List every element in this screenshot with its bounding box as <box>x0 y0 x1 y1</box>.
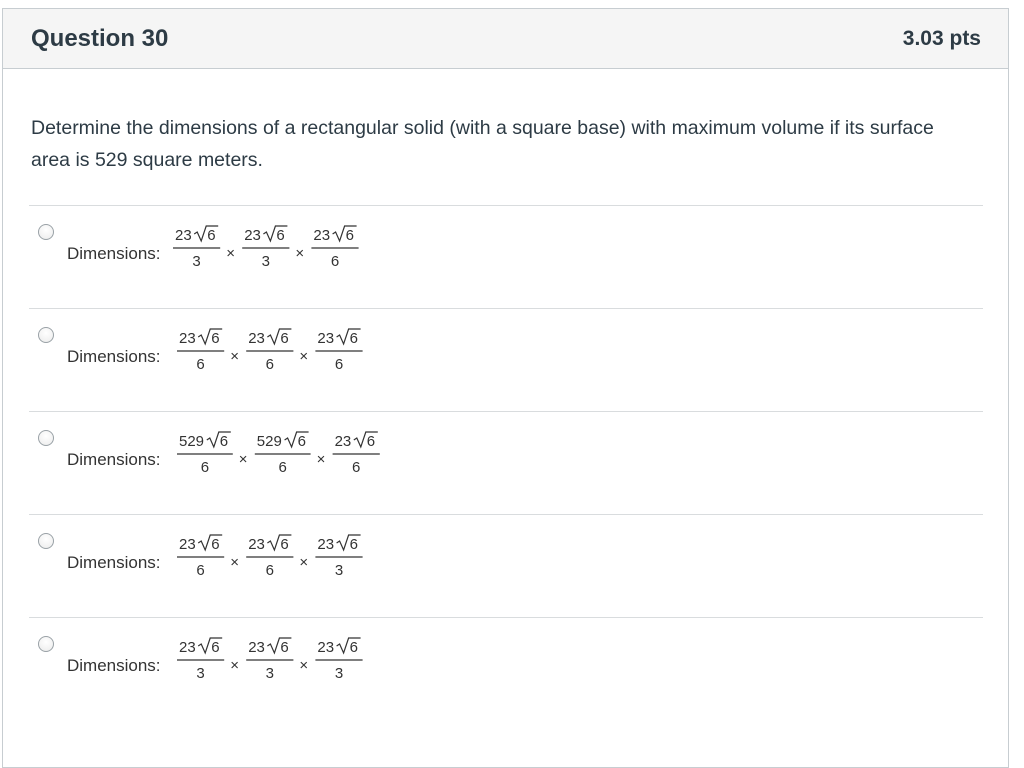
fraction-term: 23 63 <box>315 534 363 579</box>
coefficient: 23 <box>317 330 334 347</box>
radicand: 6 <box>211 639 219 656</box>
fraction-term: 23 66 <box>246 328 294 373</box>
fraction-term: 23 66 <box>177 534 225 579</box>
question-header: Question 30 3.03 pts <box>3 9 1008 69</box>
denominator: 6 <box>266 356 274 373</box>
times-sign: × <box>317 451 326 468</box>
times-sign: × <box>299 657 308 674</box>
times-sign: × <box>239 451 248 468</box>
answer-label: Dimensions: <box>67 656 161 675</box>
coefficient: 23 <box>244 227 261 244</box>
coefficient: 23 <box>248 639 265 656</box>
radicand: 6 <box>276 227 284 244</box>
coefficient: 23 <box>179 639 196 656</box>
answer-option-3[interactable]: Dimensions: 529 6 6 × 529 6 6 × 23 6 6 <box>29 411 983 514</box>
coefficient: 23 <box>317 536 334 553</box>
fraction-term: 23 66 <box>311 225 359 270</box>
times-sign: × <box>230 554 239 571</box>
fraction-term: 23 63 <box>242 225 290 270</box>
answer-formula: 23 63 ×23 63 ×23 66 <box>173 225 359 270</box>
denominator: 6 <box>331 253 339 270</box>
answer-option-4[interactable]: Dimensions: 23 6 6 × 23 6 6 × 23 6 3 <box>29 514 983 617</box>
radicand: 6 <box>280 330 288 347</box>
radicand: 6 <box>350 330 358 347</box>
answer-option-5[interactable]: Dimensions: 23 6 3 × 23 6 3 × 23 6 3 <box>29 617 983 720</box>
fraction-term: 23 66 <box>315 328 363 373</box>
radicand: 6 <box>280 536 288 553</box>
denominator: 3 <box>196 665 204 682</box>
times-sign: × <box>230 348 239 365</box>
fraction-term: 23 66 <box>177 328 225 373</box>
answer-label: Dimensions: <box>67 450 161 469</box>
denominator: 6 <box>352 459 360 476</box>
coefficient: 23 <box>317 639 334 656</box>
radicand: 6 <box>220 433 228 450</box>
denominator: 6 <box>196 356 204 373</box>
coefficient: 23 <box>313 227 330 244</box>
denominator: 6 <box>266 562 274 579</box>
fraction-term: 23 63 <box>246 637 294 682</box>
times-sign: × <box>295 245 304 262</box>
fraction-term: 529 66 <box>254 431 311 476</box>
fraction-term: 23 66 <box>246 534 294 579</box>
denominator: 6 <box>196 562 204 579</box>
question-points: 3.03 pts <box>902 26 981 50</box>
radicand: 6 <box>350 639 358 656</box>
radicand: 6 <box>207 227 215 244</box>
radicand: 6 <box>211 330 219 347</box>
denominator: 3 <box>335 665 343 682</box>
coefficient: 23 <box>179 536 196 553</box>
answer-radio-3[interactable] <box>38 430 54 446</box>
coefficient: 23 <box>179 330 196 347</box>
answer-radio-2[interactable] <box>38 327 54 343</box>
answer-list: Dimensions: 23 6 3 × 23 6 3 × 23 6 6 Dimensions: 2… <box>29 205 983 720</box>
answer-formula: 529 66 ×529 66 ×23 66 <box>177 431 380 476</box>
answer-label: Dimensions: <box>67 347 161 366</box>
coefficient: 23 <box>248 536 265 553</box>
answer-formula: 23 63 ×23 63 ×23 63 <box>177 637 363 682</box>
answer-formula: 23 66 ×23 66 ×23 63 <box>177 534 363 579</box>
fraction-term: 23 66 <box>332 431 380 476</box>
radicand: 6 <box>211 536 219 553</box>
denominator: 3 <box>262 253 270 270</box>
coefficient: 529 <box>257 433 282 450</box>
question-title: Question 30 <box>31 24 169 52</box>
denominator: 3 <box>335 562 343 579</box>
answer-option-2[interactable]: Dimensions: 23 6 6 × 23 6 6 × 23 6 6 <box>29 308 983 411</box>
coefficient: 23 <box>248 330 265 347</box>
radicand: 6 <box>280 639 288 656</box>
answer-label: Dimensions: <box>67 553 161 572</box>
denominator: 3 <box>266 665 274 682</box>
question-text: Determine the dimensions of a rectangula… <box>31 117 934 171</box>
answer-radio-1[interactable] <box>38 224 54 240</box>
radicand: 6 <box>298 433 306 450</box>
times-sign: × <box>230 657 239 674</box>
times-sign: × <box>299 554 308 571</box>
coefficient: 23 <box>175 227 192 244</box>
coefficient: 23 <box>335 433 352 450</box>
times-sign: × <box>226 245 235 262</box>
fraction-term: 23 63 <box>173 225 221 270</box>
denominator: 6 <box>279 459 287 476</box>
answer-formula: 23 66 ×23 66 ×23 66 <box>177 328 363 373</box>
coefficient: 529 <box>179 433 204 450</box>
denominator: 6 <box>201 459 209 476</box>
denominator: 6 <box>335 356 343 373</box>
answer-option-1[interactable]: Dimensions: 23 6 3 × 23 6 3 × 23 6 6 <box>29 205 983 308</box>
denominator: 3 <box>192 253 200 270</box>
times-sign: × <box>299 348 308 365</box>
fraction-term: 529 66 <box>177 431 233 476</box>
answer-radio-4[interactable] <box>38 533 54 549</box>
fraction-term: 23 63 <box>177 637 225 682</box>
fraction-term: 23 63 <box>315 637 363 682</box>
question-card: Question 30 3.03 pts Determine the dimen… <box>2 8 1009 768</box>
answer-label: Dimensions: <box>67 244 161 263</box>
radicand: 6 <box>346 227 354 244</box>
answer-radio-5[interactable] <box>38 636 54 652</box>
radicand: 6 <box>367 433 375 450</box>
radicand: 6 <box>350 536 358 553</box>
